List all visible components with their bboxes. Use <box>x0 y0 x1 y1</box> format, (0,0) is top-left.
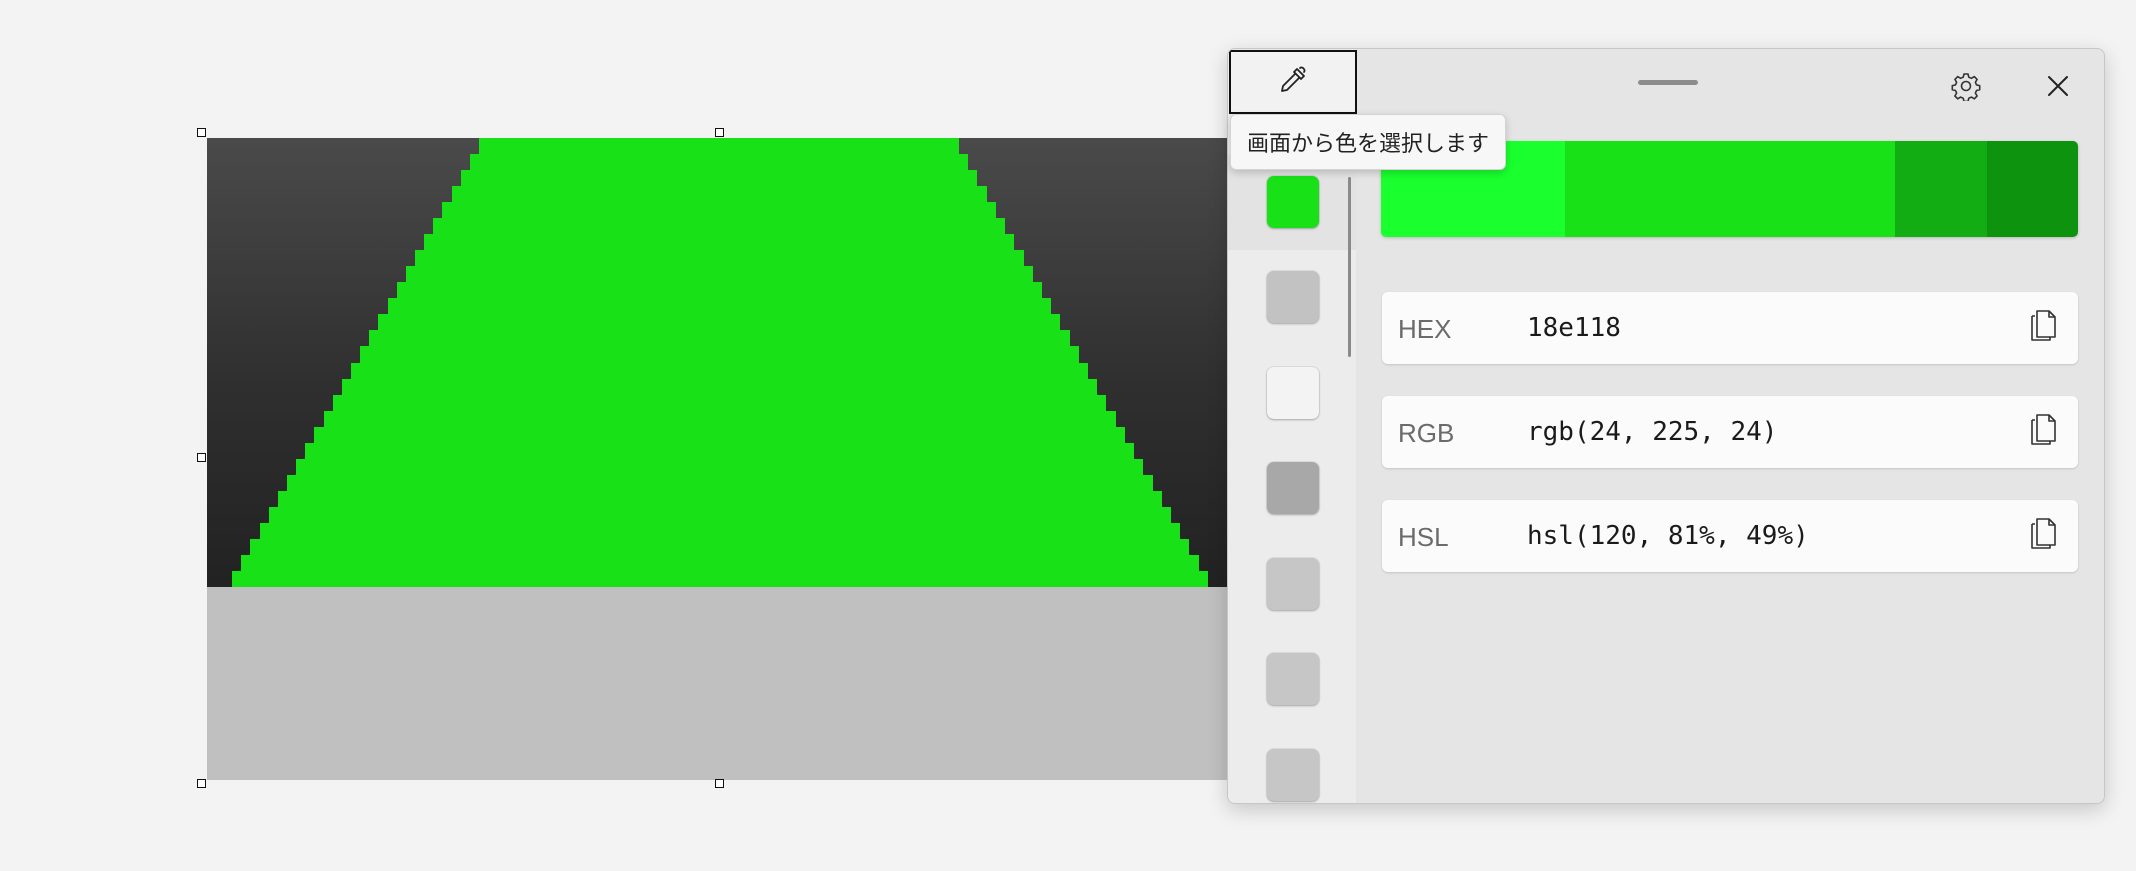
window-drag-handle[interactable] <box>1638 80 1698 85</box>
color-swatch <box>1267 558 1319 610</box>
shade-segment[interactable] <box>1895 141 1987 237</box>
pick-color-button[interactable] <box>1229 50 1357 114</box>
history-swatch-item[interactable] <box>1228 250 1356 345</box>
color-value-card-hex: HEX 18e118 <box>1382 292 2078 364</box>
color-swatch <box>1267 367 1319 419</box>
close-button[interactable] <box>2033 63 2083 113</box>
history-scrollbar[interactable] <box>1348 177 1351 357</box>
format-value[interactable]: hsl(120, 81%, 49%) <box>1527 521 1809 551</box>
color-swatch <box>1267 653 1319 705</box>
green-trapezoid <box>223 138 1217 587</box>
gear-icon <box>1951 71 1981 106</box>
copy-icon <box>2029 517 2059 556</box>
pick-color-tooltip: 画面から色を選択します <box>1230 114 1507 170</box>
format-label: RGB <box>1398 418 1455 448</box>
format-value[interactable]: rgb(24, 225, 24) <box>1527 417 1777 447</box>
resize-handle-top-left[interactable] <box>197 128 206 137</box>
shade-segment[interactable] <box>1987 141 2078 237</box>
copy-button[interactable] <box>2026 516 2062 556</box>
close-icon <box>2046 74 2070 103</box>
shade-segment[interactable] <box>1565 141 1895 237</box>
copy-icon <box>2029 309 2059 348</box>
format-label: HSL <box>1398 522 1449 552</box>
resize-handle-top-mid[interactable] <box>715 128 724 137</box>
copy-button[interactable] <box>2026 412 2062 452</box>
sampled-image <box>207 138 1227 780</box>
color-swatch <box>1267 271 1319 323</box>
copy-button[interactable] <box>2026 308 2062 348</box>
color-swatch <box>1267 462 1319 514</box>
history-swatch-item[interactable] <box>1228 632 1356 727</box>
color-swatch <box>1267 749 1319 801</box>
eyedropper-icon <box>1277 64 1309 101</box>
color-value-card-rgb: RGB rgb(24, 225, 24) <box>1382 396 2078 468</box>
resize-handle-mid-left[interactable] <box>197 453 206 462</box>
history-swatch-item[interactable] <box>1228 537 1356 632</box>
history-swatch-item[interactable] <box>1228 728 1356 803</box>
format-label: HEX <box>1398 314 1452 344</box>
resize-handle-bottom-mid[interactable] <box>715 779 724 788</box>
settings-button[interactable] <box>1941 63 1991 113</box>
color-swatch <box>1267 176 1319 228</box>
resize-handle-bottom-left[interactable] <box>197 779 206 788</box>
color-value-card-hsl: HSL hsl(120, 81%, 49%) <box>1382 500 2078 572</box>
history-swatch-item[interactable] <box>1228 346 1356 441</box>
history-swatch-item[interactable] <box>1228 441 1356 536</box>
copy-icon <box>2029 413 2059 452</box>
format-value[interactable]: 18e118 <box>1527 313 1621 343</box>
